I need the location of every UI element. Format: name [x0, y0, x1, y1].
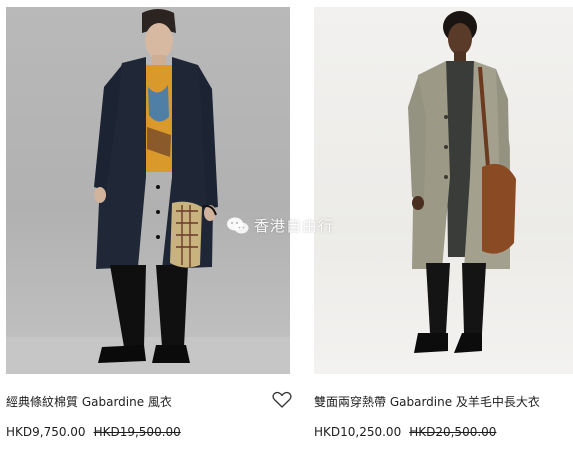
product-image-2[interactable] [314, 7, 573, 374]
heart-outline-icon[interactable] [272, 391, 292, 409]
sale-price: HKD10,250.00 [314, 425, 402, 439]
original-price: HKD19,500.00 [93, 425, 181, 439]
price-row: HKD10,250.00 HKD20,500.00 [314, 425, 496, 439]
wechat-icon [227, 217, 249, 233]
product-image-1[interactable] [6, 7, 290, 374]
original-price: HKD20,500.00 [409, 425, 497, 439]
product-title[interactable]: 雙面兩穿熱帶 Gabardine 及羊毛中長大衣 [314, 393, 540, 410]
watermark: 香港自由行 [226, 215, 334, 236]
price-row: HKD9,750.00 HKD19,500.00 [6, 425, 181, 439]
model-in-navy-trench-coat-illustration [6, 9, 290, 374]
sale-price: HKD9,750.00 [6, 425, 86, 439]
watermark-text: 香港自由行 [254, 217, 335, 235]
product-title[interactable]: 經典條紋棉質 Gabardine 風衣 [6, 393, 172, 410]
model-in-khaki-car-coat-illustration [408, 11, 516, 353]
